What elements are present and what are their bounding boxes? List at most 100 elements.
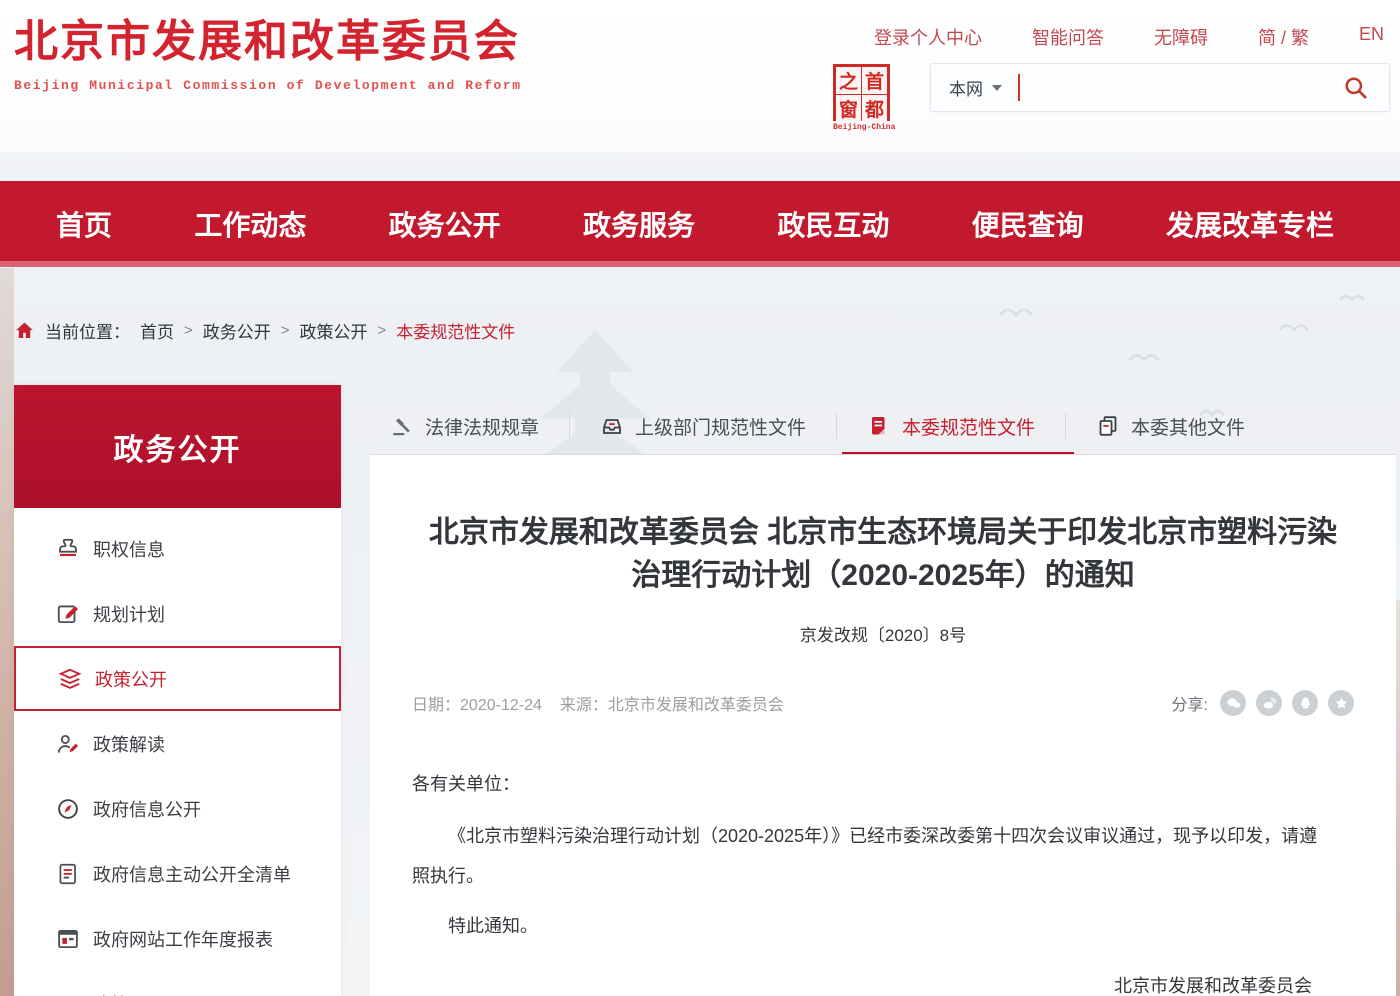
breadcrumb-separator: > [184,322,193,339]
sidebar-item-label: 政府信息公开 [93,796,201,822]
catalog-icon [55,991,81,996]
person-pen-icon [55,731,81,757]
article-source: 北京市发展和改革委员会 [608,697,784,714]
report-table-icon [55,926,81,952]
tab-commission-other-docs[interactable]: 本委其他文件 [1096,413,1245,440]
share-qq-icon[interactable] [1292,690,1318,716]
copy-pages-icon [1096,414,1120,438]
search-input[interactable] [1020,64,1342,111]
site-subtitle: Beijing Municipal Commission of Developm… [14,78,522,93]
sidebar-item-label: 政策解读 [93,731,165,757]
main-nav: 首页 工作动态 政务公开 政务服务 政民互动 便民查询 发展改革专栏 [0,181,1400,267]
sidebar-item-policy-interpretation[interactable]: 政策解读 [14,711,341,776]
seal-char: 首 [862,67,887,94]
tab-commission-normative-docs[interactable]: 本委规范性文件 [867,413,1035,440]
sidebar-list: 职权信息 规划计划 政策公开 [14,508,341,996]
english-link[interactable]: EN [1359,24,1384,50]
article-panel: 北京市发展和改革委员会 北京市生态环境局关于印发北京市塑料污染治理行动计划（20… [370,455,1396,996]
tab-divider [836,413,837,439]
article-meta-left: 日期：2020-12-24 来源：北京市发展和改革委员会 [412,691,784,715]
breadcrumb-policy-open[interactable]: 政策公开 [300,318,368,343]
smart-qa-link[interactable]: 智能问答 [1032,24,1104,50]
nav-item-reform-column[interactable]: 发展改革专栏 [1166,204,1334,244]
notice-line: 特此通知。 [412,906,1330,946]
home-icon[interactable] [14,320,35,341]
layers-icon [57,666,83,692]
accessibility-link[interactable]: 无障碍 [1154,24,1208,50]
seal-char: 之 [836,67,861,94]
seal-icon: 之 首 窗 都 [833,64,890,121]
sidebar-item-proactive-disclosure-list[interactable]: 政府信息主动公开全清单 [14,841,341,906]
breadcrumb-separator: > [378,322,387,339]
search-scope-label: 本网 [949,75,983,100]
simplified-traditional-toggle[interactable]: 简 / 繁 [1258,24,1309,50]
tab-label: 法律法规规章 [425,413,539,440]
share-weibo-icon[interactable] [1256,690,1282,716]
search-icon [1342,74,1369,101]
tab-superior-normative-docs[interactable]: 上级部门规范性文件 [600,413,806,440]
share-label: 分享: [1172,691,1208,715]
signature: 北京市发展和改革委员会 [412,966,1330,996]
breadcrumb-home[interactable]: 首页 [140,318,174,343]
body-paragraph: 《北京市塑料污染治理行动计划（2020-2025年）》已经市委深改委第十四次会议… [412,816,1330,896]
page: 北京市发展和改革委员会 Beijing Municipal Commission… [0,0,1400,996]
breadcrumb-gov-open[interactable]: 政务公开 [203,318,271,343]
sidebar-item-label: 规划计划 [93,601,165,627]
site-header: 北京市发展和改革委员会 Beijing Municipal Commission… [0,0,1400,152]
sidebar-item-annual-website-report[interactable]: 政府网站工作年度报表 [14,906,341,971]
sidebar-item-label: 决策目录 [93,991,165,996]
salutation: 各有关单位： [412,764,1330,804]
search-button[interactable] [1342,74,1369,101]
gavel-icon [390,414,414,438]
document-list-icon [55,861,81,887]
nav-item-gov-open[interactable]: 政务公开 [389,204,501,244]
sidebar-item-planning[interactable]: 规划计划 [14,581,341,646]
login-link[interactable]: 登录个人中心 [874,24,982,50]
article-body: 各有关单位： 《北京市塑料污染治理行动计划（2020-2025年）》已经市委深改… [370,764,1396,996]
utility-links: 登录个人中心 智能问答 无障碍 简 / 繁 EN [874,24,1384,50]
document-number: 京发改规〔2020〕8号 [370,621,1396,646]
sidebar-item-authority-info[interactable]: 职权信息 [14,516,341,581]
plan-edit-icon [55,601,81,627]
inbox-icon [600,414,624,438]
seal-char: 都 [862,95,887,122]
share-bar: 分享: [1172,690,1354,716]
article-date: 2020-12-24 [460,697,542,714]
seal-caption: Beijing-China [833,123,895,132]
nav-item-gov-service[interactable]: 政务服务 [583,204,695,244]
tab-laws-regulations[interactable]: 法律法规规章 [390,413,539,440]
nav-item-interaction[interactable]: 政民互动 [777,204,889,244]
search-scope-dropdown[interactable]: 本网 [949,75,1002,100]
nav-item-work-news[interactable]: 工作动态 [194,204,306,244]
breadcrumb-label: 当前位置： [45,318,130,343]
site-logo[interactable]: 北京市发展和改革委员会 Beijing Municipal Commission… [14,16,522,93]
stamp-icon [55,536,81,562]
chevron-down-icon [992,85,1002,91]
nav-item-inquiry[interactable]: 便民查询 [972,204,1084,244]
tab-divider [569,413,570,439]
seal-char: 窗 [836,95,861,122]
article-title: 北京市发展和改革委员会 北京市生态环境局关于印发北京市塑料污染治理行动计划（20… [418,511,1348,597]
sidebar-item-policy-open[interactable]: 政策公开 [14,646,341,711]
tab-divider [1065,413,1066,439]
search-bar: 本网 [930,63,1390,112]
breadcrumb-current: 本委规范性文件 [396,318,515,343]
background-photo-left [0,268,14,996]
content-tabs: 法律法规规章 上级部门规范性文件 本委规范性文件 [370,398,1396,454]
red-document-icon [867,414,891,438]
tab-label: 本委规范性文件 [902,413,1035,440]
sidebar-item-label: 政府网站工作年度报表 [93,926,273,952]
share-qzone-icon[interactable] [1328,690,1354,716]
capital-window-seal[interactable]: 之 首 窗 都 Beijing-China [833,64,895,132]
sidebar-item-label: 政府信息主动公开全清单 [93,861,291,887]
share-wechat-icon[interactable] [1220,690,1246,716]
sidebar-item-decision-catalog[interactable]: 决策目录 [14,971,341,996]
breadcrumb: 当前位置： 首页 > 政务公开 > 政策公开 > 本委规范性文件 [14,318,515,343]
sidebar-item-gov-info-open[interactable]: 政府信息公开 [14,776,341,841]
tab-label: 上级部门规范性文件 [635,413,806,440]
nav-item-home[interactable]: 首页 [56,204,112,244]
sidebar-title: 政务公开 [14,385,341,508]
breadcrumb-separator: > [281,322,290,339]
source-label: 来源： [560,697,608,714]
date-label: 日期： [412,697,460,714]
